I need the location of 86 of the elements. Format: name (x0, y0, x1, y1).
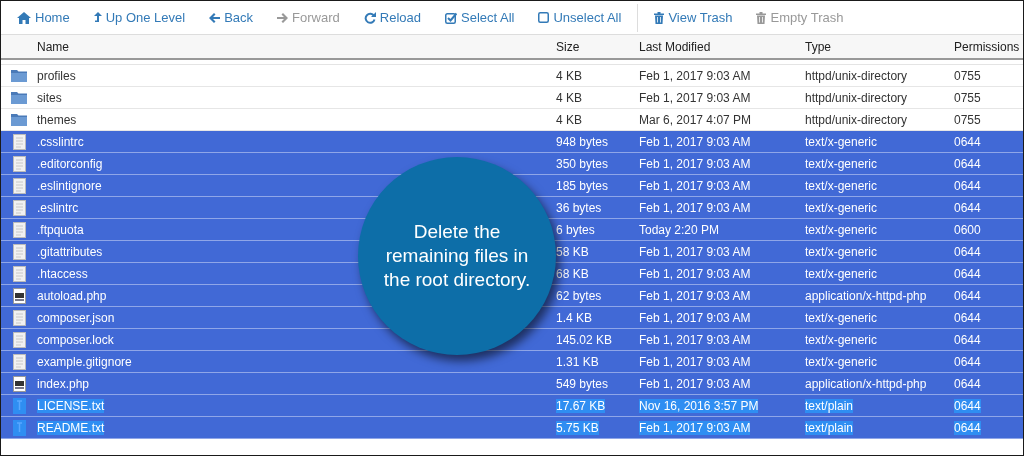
modified-date: Mar 6, 2017 4:07 PM (639, 112, 752, 127)
file-size: 1.4 KB (556, 310, 593, 325)
permissions: 0644 (954, 266, 981, 281)
file-type: application/x-httpd-php (805, 376, 927, 391)
file-type: httpd/unix-directory (805, 68, 908, 83)
permissions: 0644 (954, 376, 981, 391)
permissions: 0644 (954, 244, 981, 259)
permissions: 0644 (954, 200, 981, 215)
file-size: 185 bytes (556, 178, 609, 193)
file-name: autoload.php (37, 288, 107, 303)
permissions: 0644 (954, 420, 981, 435)
modified-date: Feb 1, 2017 9:03 AM (639, 288, 751, 303)
file-type: text/x-generic (805, 156, 878, 171)
file-size: 36 bytes (556, 200, 602, 215)
modified-date: Feb 1, 2017 9:03 AM (639, 310, 751, 325)
modified-date: Feb 1, 2017 9:03 AM (639, 90, 751, 105)
permissions: 0755 (954, 68, 981, 83)
file-size: 68 KB (556, 266, 589, 281)
modified-date: Feb 1, 2017 9:03 AM (639, 134, 751, 149)
modified-date: Feb 1, 2017 9:03 AM (639, 244, 751, 259)
file-type: httpd/unix-directory (805, 112, 908, 127)
modified-date: Nov 16, 2016 3:57 PM (639, 398, 759, 413)
file-type: httpd/unix-directory (805, 90, 908, 105)
modified-date: Today 2:20 PM (639, 222, 720, 237)
file-type: text/x-generic (805, 200, 878, 215)
file-type: text/x-generic (805, 244, 878, 259)
permissions: 0644 (954, 310, 981, 325)
file-type: text/x-generic (805, 310, 878, 325)
permissions: 0644 (954, 134, 981, 149)
file-size: 350 bytes (556, 156, 609, 171)
file-type: text/x-generic (805, 134, 878, 149)
file-name: sites (37, 90, 62, 105)
file-name: README.txt (37, 420, 105, 435)
file-name: composer.lock (37, 332, 114, 347)
permissions: 0644 (954, 156, 981, 171)
file-name: LICENSE.txt (37, 398, 105, 413)
modified-date: Feb 1, 2017 9:03 AM (639, 178, 751, 193)
file-size: 4 KB (556, 112, 582, 127)
modified-date: Feb 1, 2017 9:03 AM (639, 266, 751, 281)
file-type: text/plain (805, 398, 854, 413)
file-name: .editorconfig (37, 156, 103, 171)
file-size: 17.67 KB (556, 398, 606, 413)
file-name: example.gitignore (37, 354, 132, 369)
permissions: 0644 (954, 398, 981, 413)
file-type: text/x-generic (805, 266, 878, 281)
file-type: application/x-httpd-php (805, 288, 927, 303)
file-type: text/plain (805, 420, 854, 435)
modified-date: Feb 1, 2017 9:03 AM (639, 420, 751, 435)
file-size: 4 KB (556, 90, 582, 105)
permissions: 0755 (954, 112, 981, 127)
file-name: composer.json (37, 310, 115, 325)
file-name: .htaccess (37, 266, 88, 281)
permissions: 0644 (954, 288, 981, 303)
modified-date: Feb 1, 2017 9:03 AM (639, 332, 751, 347)
file-size: 549 bytes (556, 376, 609, 391)
file-name: .eslintrc (37, 200, 79, 215)
file-size: 1.31 KB (556, 354, 599, 369)
file-size: 5.75 KB (556, 420, 599, 435)
permissions: 0600 (954, 222, 981, 237)
modified-date: Feb 1, 2017 9:03 AM (639, 354, 751, 369)
file-size: 58 KB (556, 244, 589, 259)
permissions: 0644 (954, 332, 981, 347)
file-type: text/x-generic (805, 178, 878, 193)
file-name: .ftpquota (37, 222, 84, 237)
file-type: text/x-generic (805, 222, 878, 237)
modified-date: Feb 1, 2017 9:03 AM (639, 68, 751, 83)
file-size: 4 KB (556, 68, 582, 83)
file-size: 948 bytes (556, 134, 609, 149)
file-name: index.php (37, 376, 90, 391)
permissions: 0644 (954, 178, 981, 193)
file-type: text/x-generic (805, 354, 878, 369)
permissions: 0755 (954, 90, 981, 105)
file-name: themes (37, 112, 77, 127)
permissions: 0644 (954, 354, 981, 369)
callout-text: Delete the remaining files in the root directory. (382, 220, 532, 292)
modified-date: Feb 1, 2017 9:03 AM (639, 376, 751, 391)
file-size: 145.02 KB (556, 332, 613, 347)
modified-date: Feb 1, 2017 9:03 AM (639, 200, 751, 215)
file-name: .gitattributes (37, 244, 103, 259)
file-name: .csslintrc (37, 134, 84, 149)
file-name: .eslintignore (37, 178, 102, 193)
file-size: 62 bytes (556, 288, 602, 303)
file-name: profiles (37, 68, 76, 83)
file-size: 6 bytes (556, 222, 595, 237)
file-type: text/x-generic (805, 332, 878, 347)
modified-date: Feb 1, 2017 9:03 AM (639, 156, 751, 171)
